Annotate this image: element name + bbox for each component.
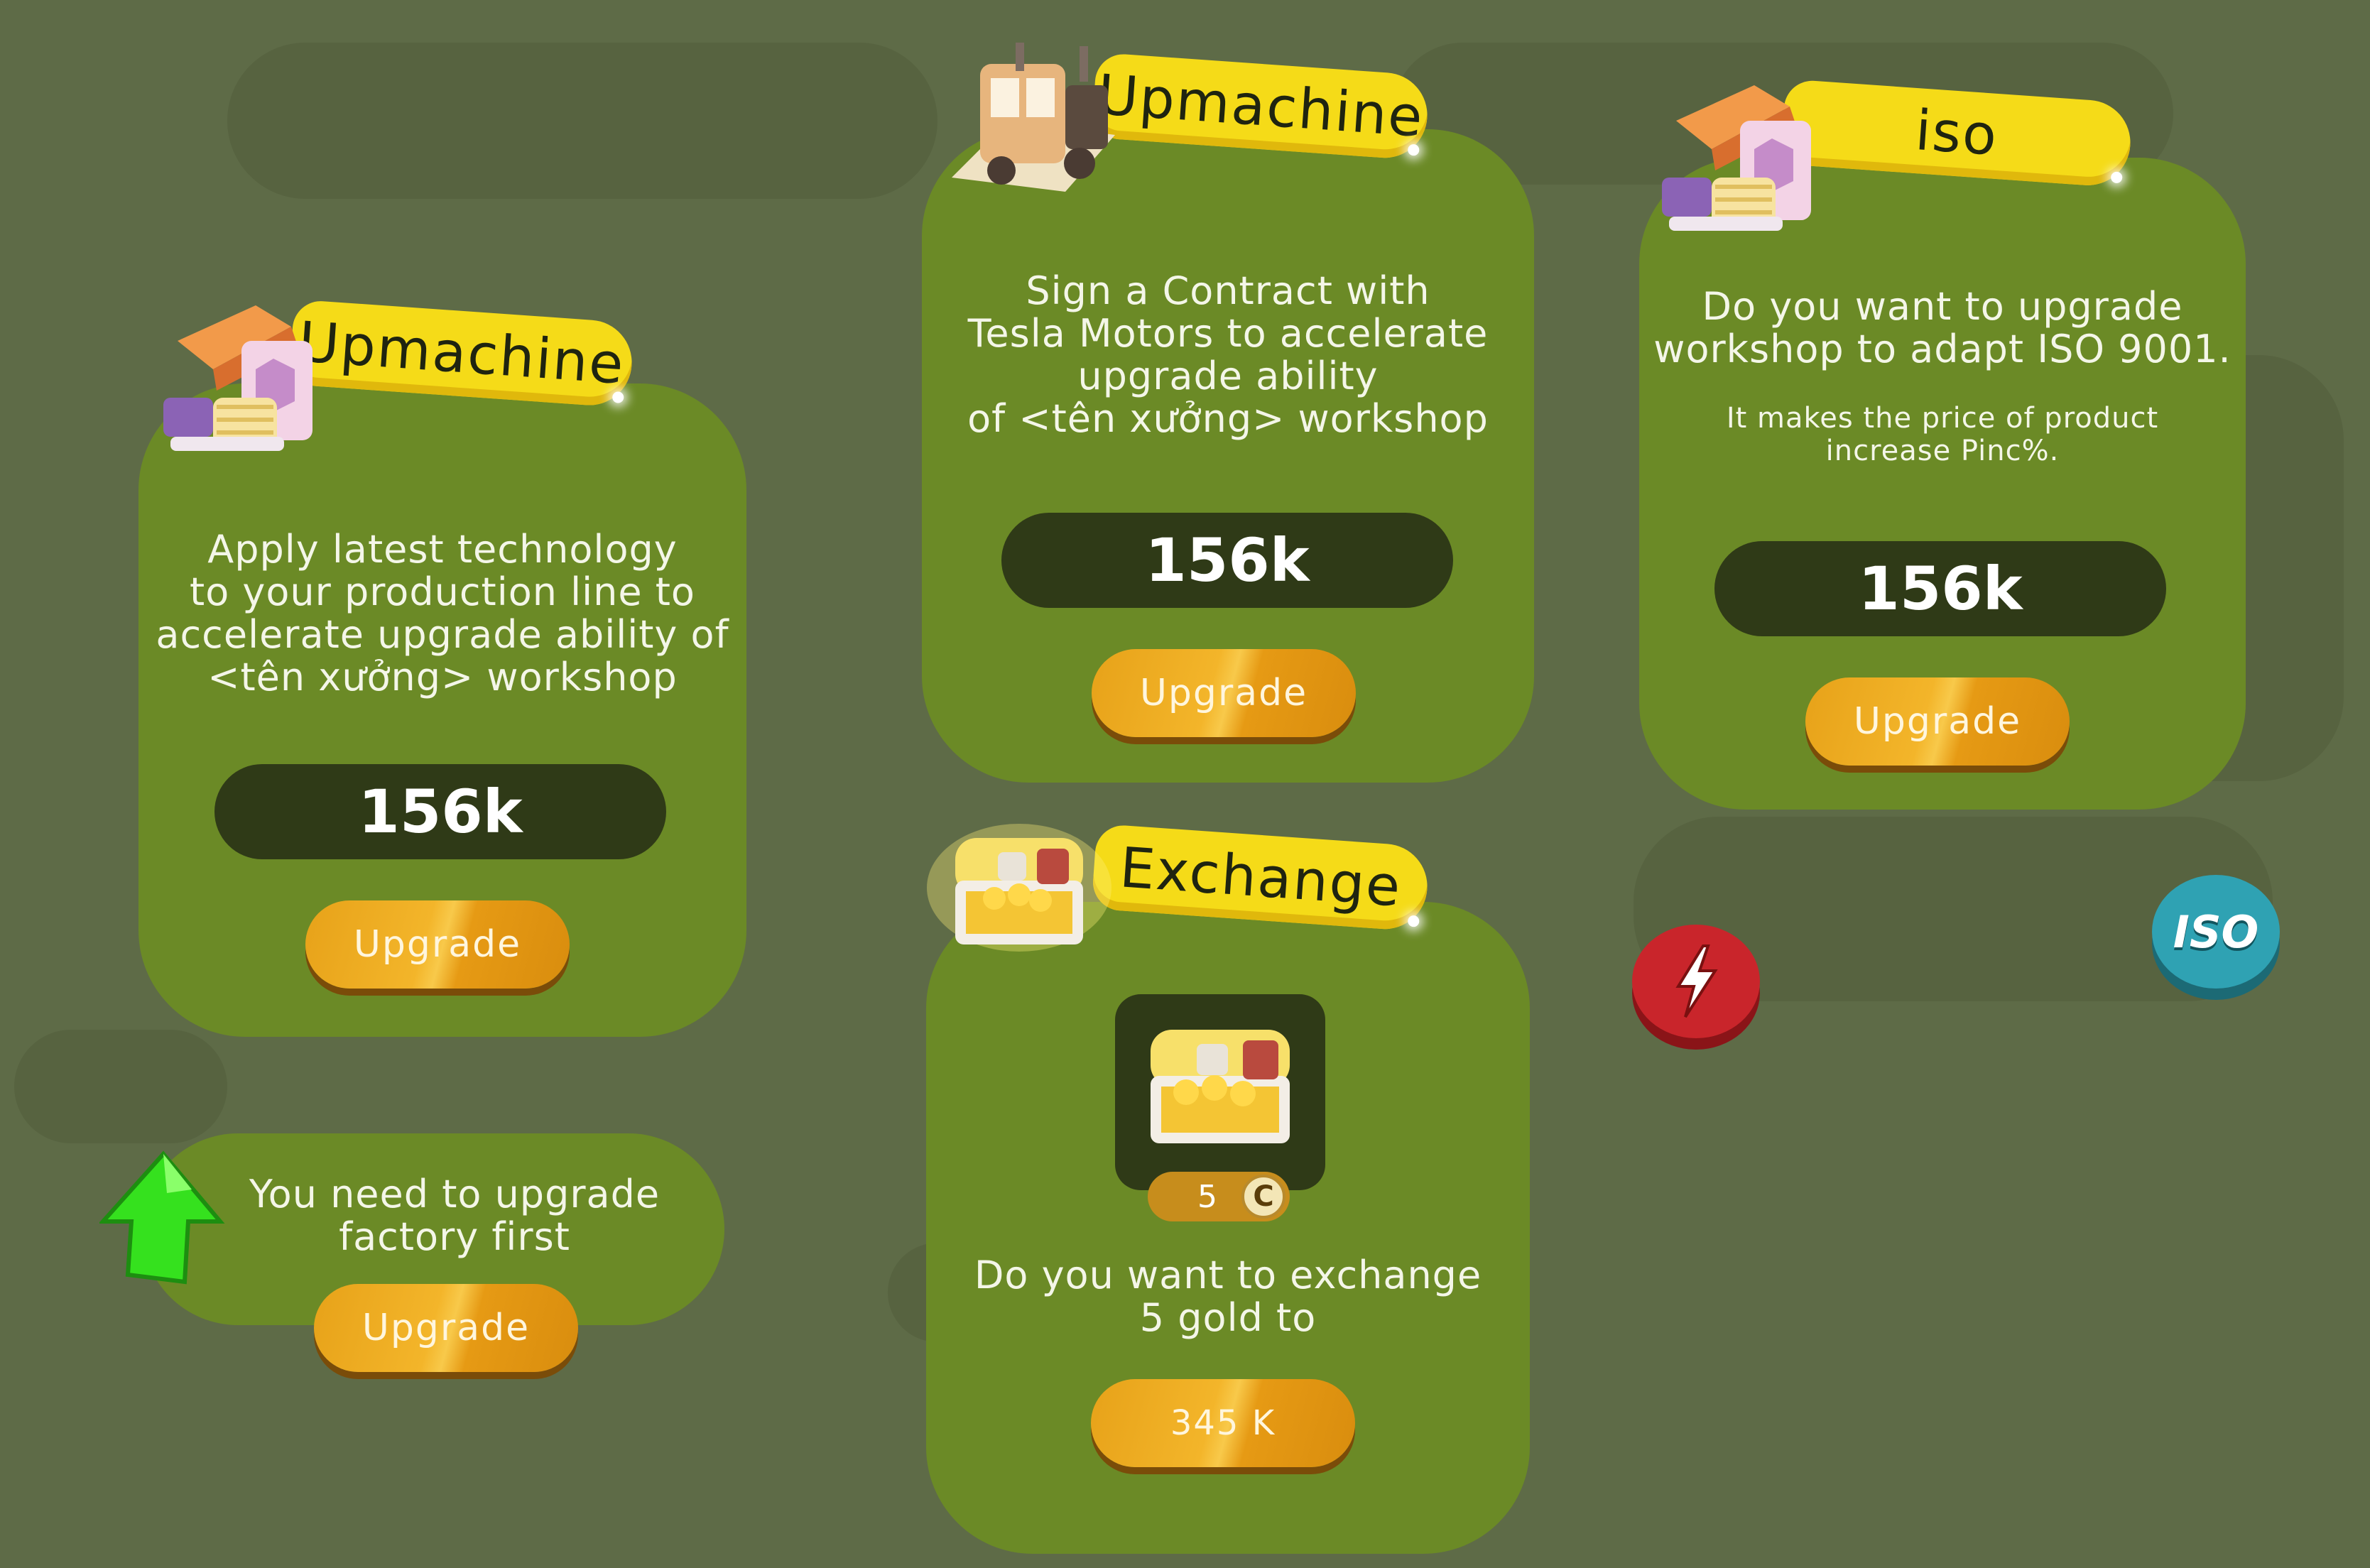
boost-badge[interactable] [1632,925,1760,1038]
lightning-icon [1675,944,1718,1018]
upgrade-button[interactable]: Upgrade [1092,649,1356,737]
treasure-chest-icon [1151,1030,1290,1143]
price-pill: 156k [214,764,666,859]
upgrade-button[interactable]: Upgrade [314,1284,578,1372]
gold-amount-badge: 5 C [1148,1172,1290,1221]
chest-preview: 5 C [1115,994,1325,1221]
card-title: iso [1913,99,2001,168]
price-pill: 156k [1001,513,1453,608]
bg-shape [14,1030,227,1143]
workshop-icon [163,305,312,451]
up-arrow-icon [99,1150,225,1285]
card-title: Upmachine [296,310,627,397]
bg-shape [227,43,937,199]
card-description: Sign a Contract with Tesla Motors to acc… [967,268,1489,441]
card-description: Do you want to exchange 5 gold to [974,1253,1482,1340]
card-description: Do you want to upgrade workshop to adapt… [1653,284,2232,371]
price-pill: 156k [1714,541,2166,636]
treasure-chest-icon [927,824,1111,952]
exchange-button[interactable]: 345 K [1091,1379,1355,1467]
card-title: Exchange [1117,836,1404,920]
upgrade-button[interactable]: Upgrade [305,900,570,989]
iso-badge-label: ISO [2173,905,2259,958]
card-title: Upmachine [1095,63,1426,150]
card-description: Apply latest technology to your producti… [156,527,729,699]
upgrade-button[interactable]: Upgrade [1805,677,2070,766]
notice-message: You need to upgrade factory first [249,1172,661,1259]
gold-amount: 5 [1197,1178,1217,1215]
iso-badge[interactable]: ISO [2152,875,2280,989]
card-note: It makes the price of product increase P… [1726,402,2159,467]
truck-icon [952,43,1115,192]
coin-icon: C [1241,1175,1285,1219]
workshop-icon [1662,85,1811,231]
